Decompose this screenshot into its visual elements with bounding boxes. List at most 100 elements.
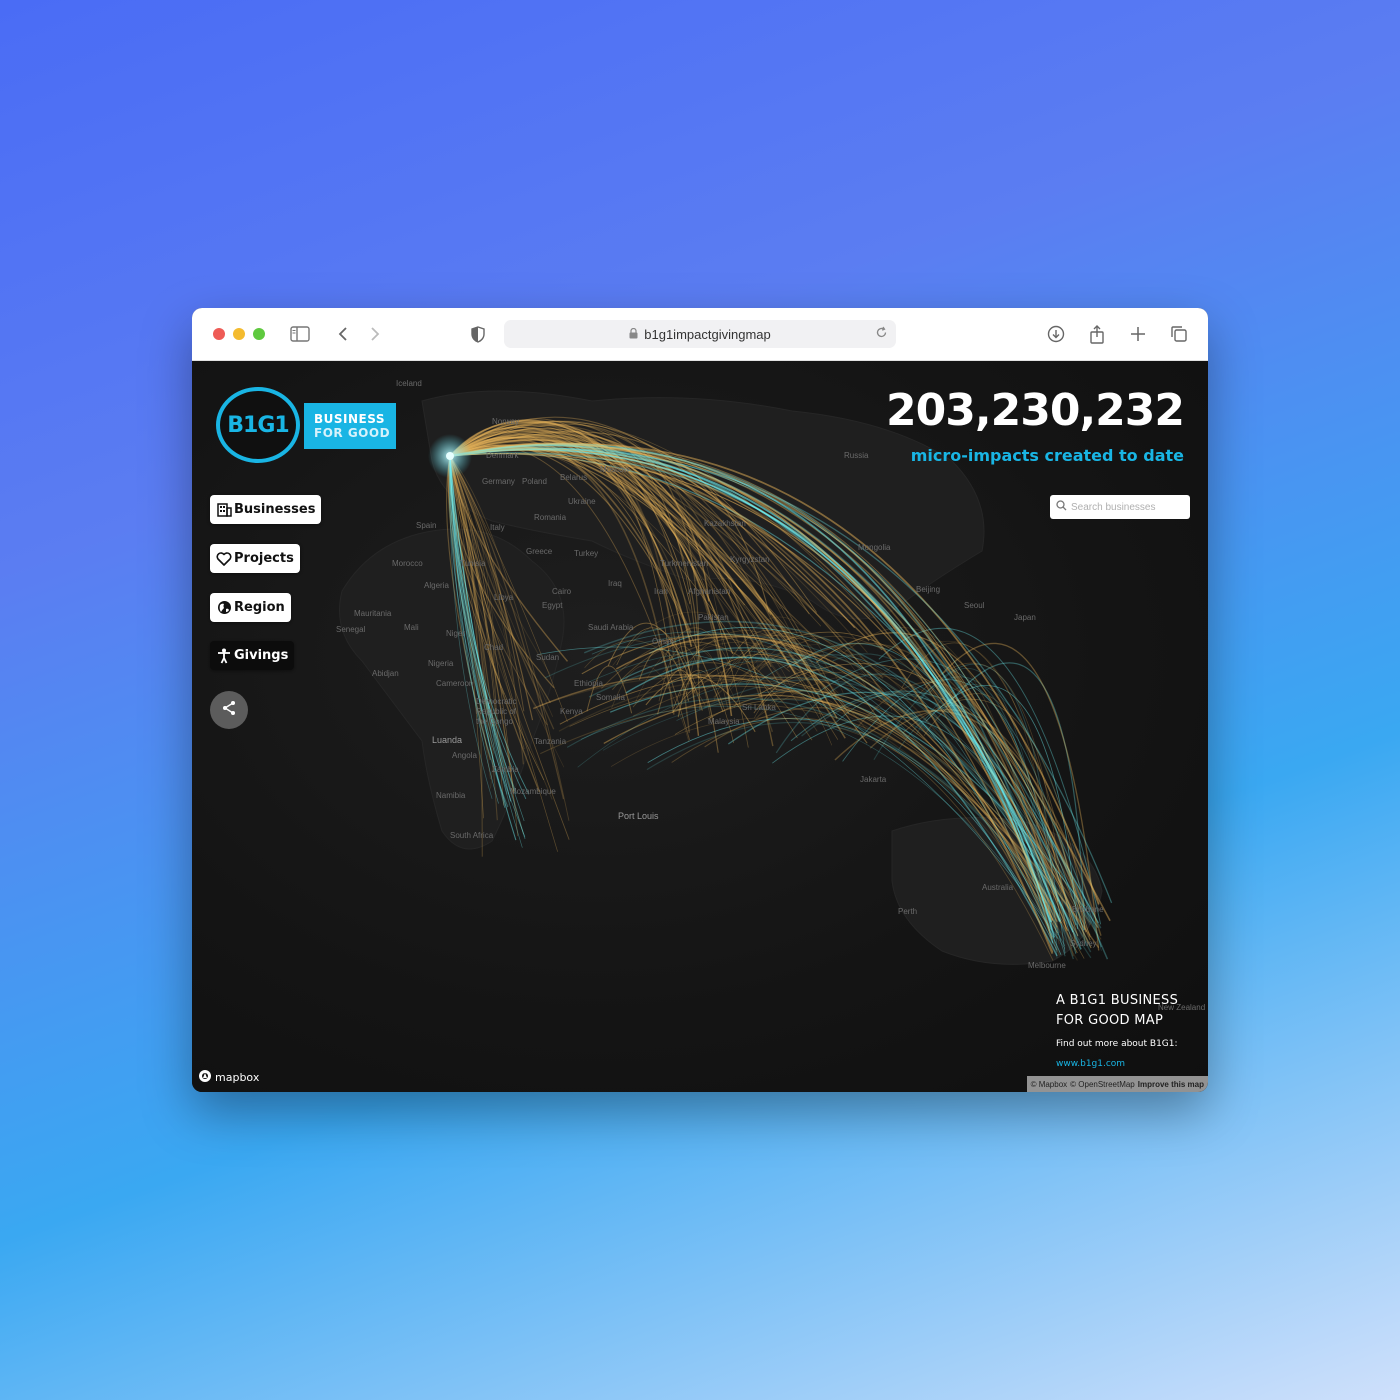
projects-label: Projects [234,551,294,566]
b1g1-website-link[interactable]: www.b1g1.com [1056,1059,1206,1069]
place-label: Perth [898,907,918,916]
place-label: Jakarta [860,775,887,784]
place-label: Germany [482,477,515,486]
share-icon[interactable] [1087,324,1107,344]
mapbox-logo-text: mapbox [215,1071,260,1084]
footer-text: Find out more about B1G1: [1056,1039,1178,1049]
logo-mark: B1G1 [216,387,300,463]
place-label: Namibia [436,791,466,800]
forward-icon[interactable] [365,324,385,344]
place-label: Malaysia [708,717,740,726]
place-label: Iceland [396,379,422,388]
place-label: Denmark [486,451,519,460]
footer-title-line1: A B1G1 BUSINESS [1056,993,1179,1008]
place-label: Seoul [964,601,985,610]
browser-toolbar: b1g1impactgivingmap [192,308,1208,361]
place-label: Algeria [424,581,449,590]
place-label: Kyrgyzstan [730,555,770,564]
place-label: Turkmenistan [660,559,709,568]
place-label: Kazakhstan [704,519,746,528]
place-label: Iran [654,587,668,596]
place-label: Turkey [574,549,599,558]
place-label: Pakistan [698,613,729,622]
search-icon [1056,498,1067,516]
region-button[interactable]: Region [210,593,291,622]
place-label: Tunisia [460,559,486,568]
place-label: Democratic Republic of the Congo [476,697,517,726]
givings-button[interactable]: Givings [210,641,295,670]
place-label: Belarus [560,473,588,482]
europe-hub [446,452,454,460]
place-label: Abidjan [372,669,399,678]
globe-icon [216,600,232,616]
projects-button[interactable]: Projects [210,544,300,573]
place-label: Mozambique [510,787,556,796]
place-label: Australia [982,883,1014,892]
place-label: Luanda [432,735,463,745]
b1g1-logo[interactable]: B1G1 BUSINESS FOR GOOD [216,387,398,463]
place-label: Libya [494,593,514,602]
improve-map-link[interactable]: Improve this map [1138,1080,1204,1089]
mapbox-attribution-link[interactable]: © Mapbox [1031,1080,1068,1089]
givings-label: Givings [234,648,289,663]
download-icon[interactable] [1046,324,1066,344]
minimize-window-button[interactable] [233,328,245,340]
person-icon [216,648,232,664]
place-label: Brisbane [1072,905,1104,914]
impact-map[interactable]: Iceland Norway Denmark Germany Poland Be… [192,361,1208,1092]
shield-icon[interactable] [468,324,488,344]
address-bar[interactable]: b1g1impactgivingmap [504,320,896,348]
share-icon [221,700,237,721]
place-label: Sri Lanka [742,703,776,712]
impact-counter: 203,230,232 micro-impacts created to dat… [886,385,1185,465]
place-label: Romania [534,513,567,522]
sidebar-icon[interactable] [290,324,310,344]
back-icon[interactable] [333,324,353,344]
place-label: Nigeria [428,659,454,668]
reload-icon[interactable] [875,326,888,342]
browser-window: b1g1impactgivingmap Iceland Norway Denma… [192,308,1208,1092]
place-label: Afghanistan [688,587,731,596]
share-map-button[interactable] [210,691,248,729]
place-label: Cameroon [436,679,474,688]
map-footer-info: A B1G1 BUSINESS FOR GOOD MAP Find out mo… [1056,991,1206,1069]
place-label: South Africa [450,831,494,840]
osm-attribution-link[interactable]: © OpenStreetMap [1070,1080,1135,1089]
place-label: Zambia [492,765,519,774]
place-label: Greece [526,547,553,556]
place-label: Sydney [1070,939,1097,948]
place-label: Japan [1014,613,1036,622]
mapbox-logo[interactable]: mapbox [198,1069,259,1086]
new-tab-icon[interactable] [1128,324,1148,344]
place-label: Ukraine [568,497,596,506]
place-label: Kenya [560,707,583,716]
businesses-button[interactable]: Businesses [210,495,322,524]
tabs-icon[interactable] [1169,324,1189,344]
search-businesses-input[interactable] [1071,501,1183,513]
place-label: Mali [404,623,419,632]
place-label: Niger [446,629,466,638]
businesses-label: Businesses [234,502,316,517]
close-window-button[interactable] [213,328,225,340]
place-label: Senegal [336,625,366,634]
heart-icon [216,551,232,567]
place-label: Norway [492,417,520,426]
place-label: Cairo [552,587,572,596]
place-label: Morocco [392,559,423,568]
place-label: Spain [416,521,437,530]
place-label: Russia [844,451,869,460]
logo-wordmark: BUSINESS FOR GOOD [304,403,396,449]
url-text: b1g1impactgivingmap [644,326,771,342]
place-label: Mongolia [858,543,891,552]
maximize-window-button[interactable] [253,328,265,340]
place-label: Poland [522,477,547,486]
place-label: Ethiopia [574,679,603,688]
place-label: Sudan [536,653,560,662]
impact-count: 203,230,232 [886,385,1185,436]
place-label: Moscow [600,465,630,474]
place-label: Saudi Arabia [588,623,634,632]
logo-line2: FOR GOOD [314,426,391,440]
search-box[interactable] [1050,495,1190,519]
place-label: Iraq [608,579,622,588]
place-label: Port Louis [618,811,659,821]
